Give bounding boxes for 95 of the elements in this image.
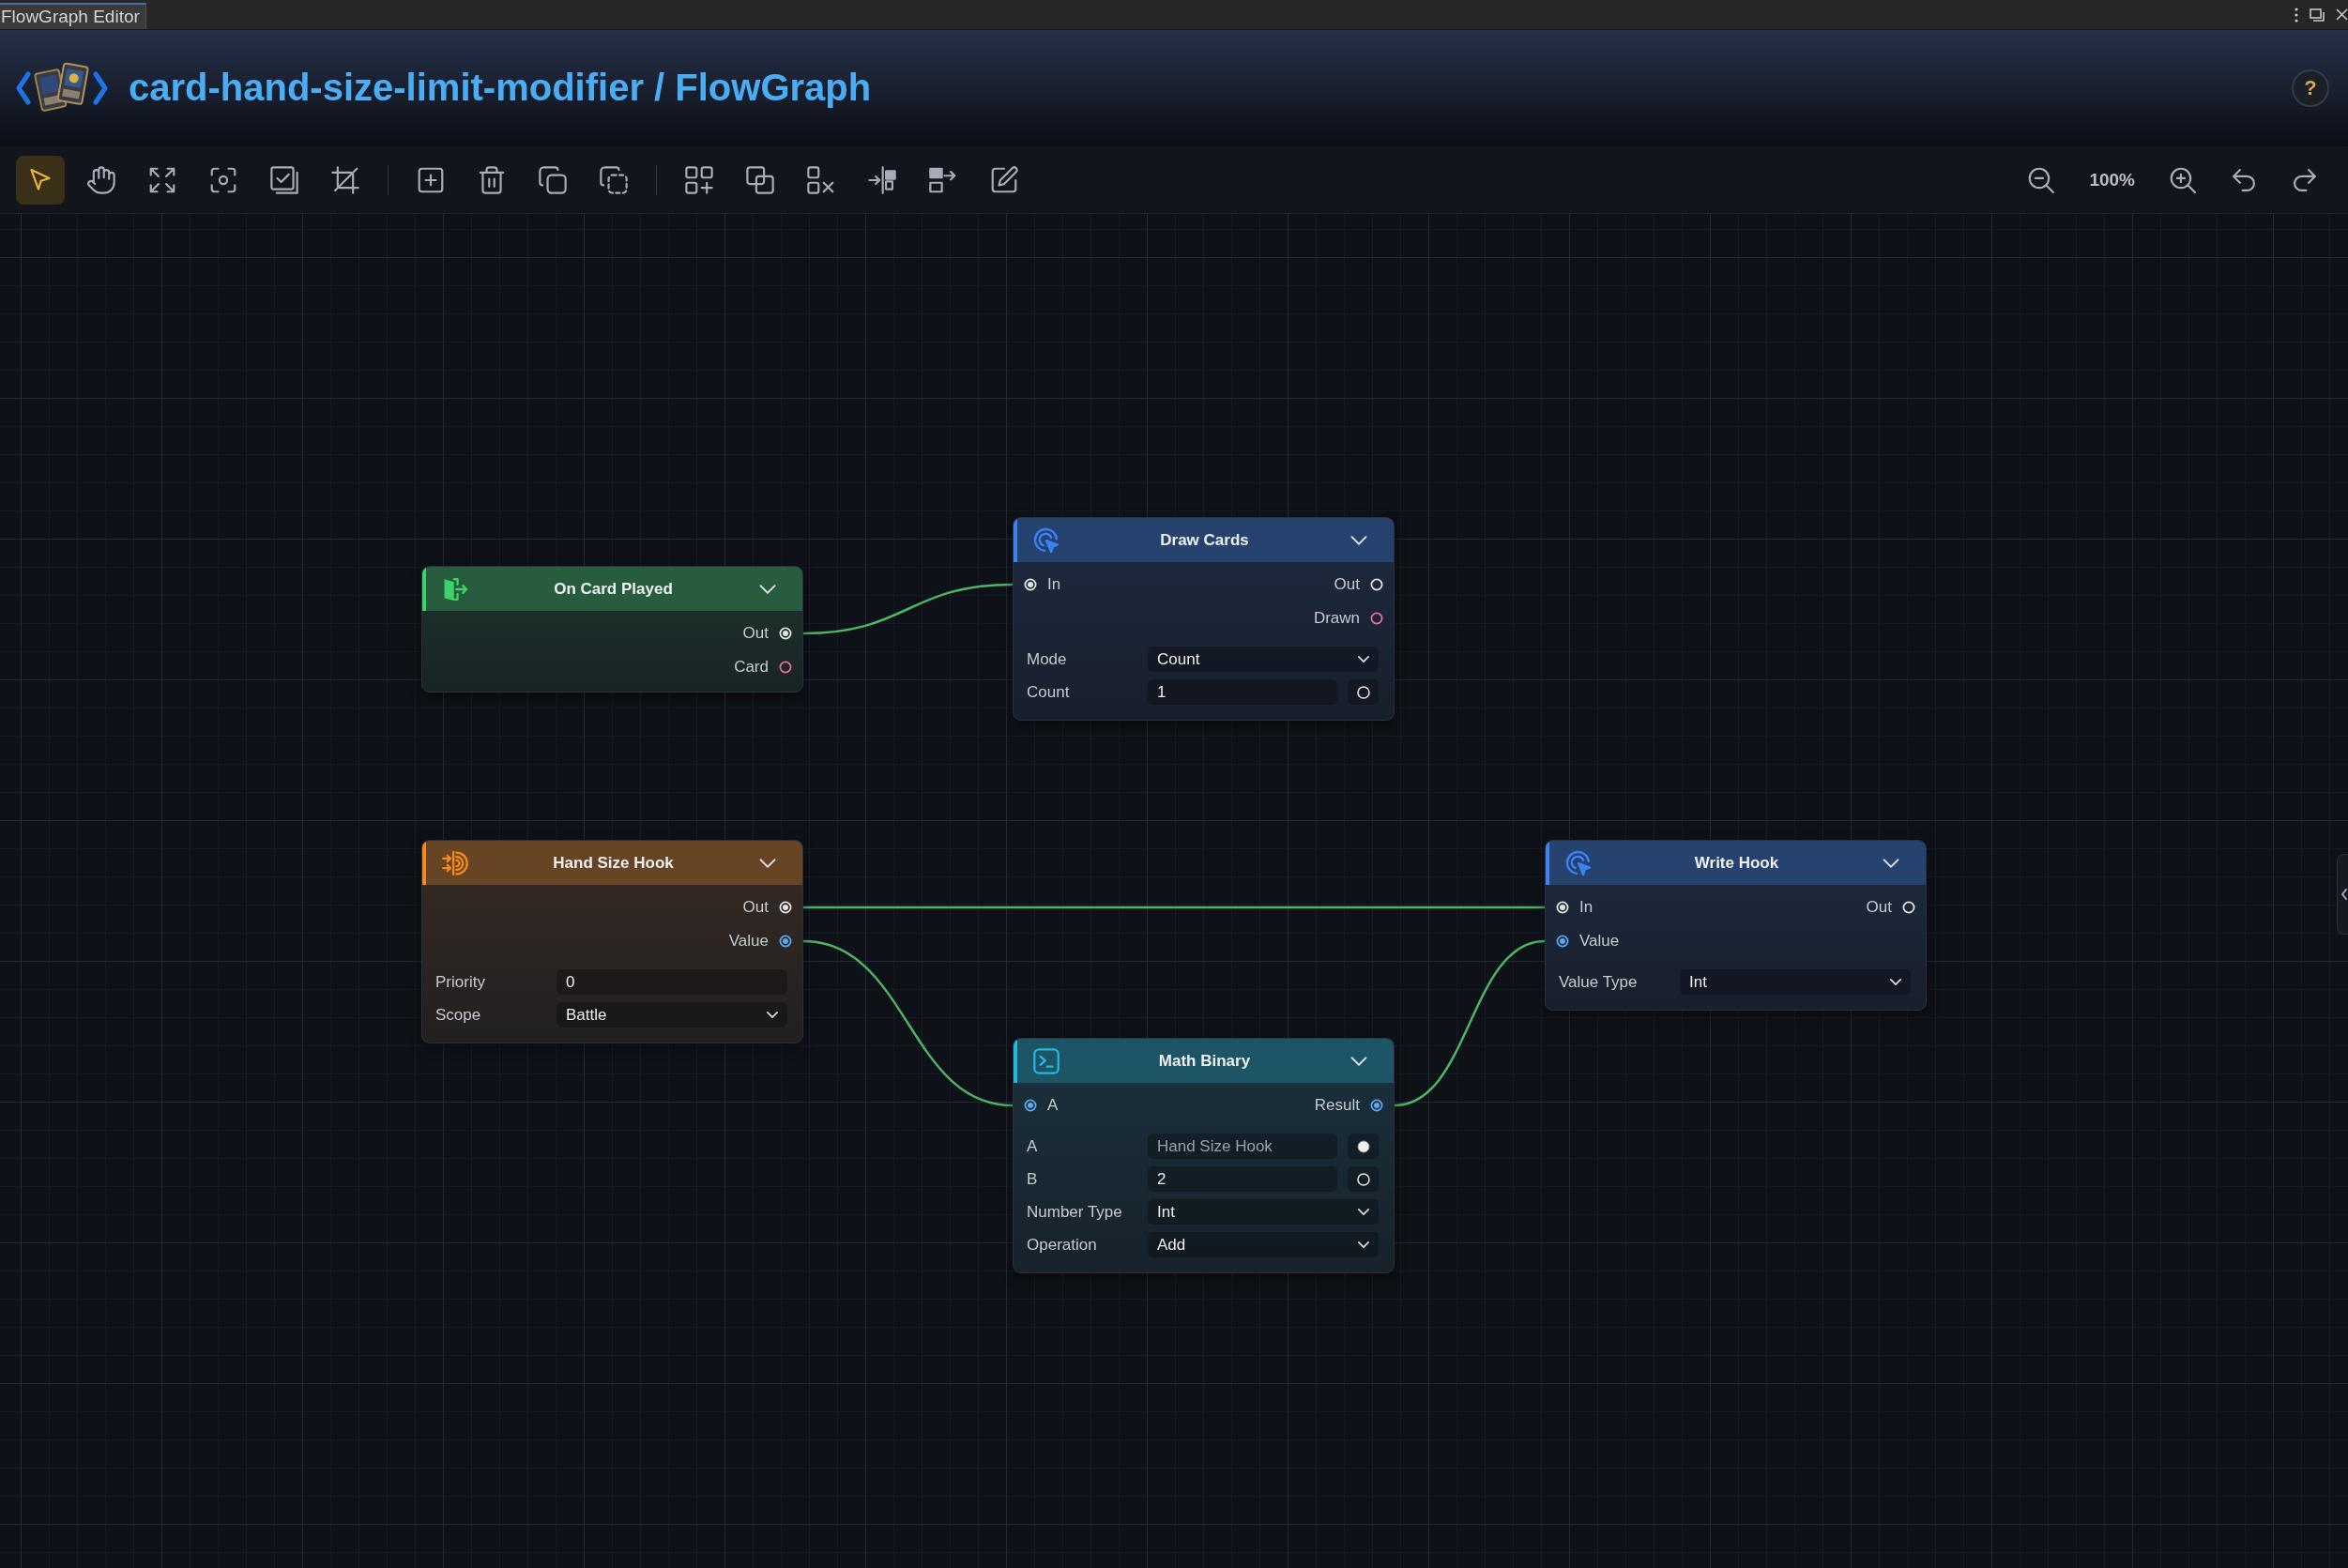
zoom-level: 100%	[2089, 169, 2135, 190]
port-label: Out	[742, 624, 769, 643]
port-label: Out	[1334, 575, 1360, 594]
node-title: Draw Cards	[1160, 530, 1249, 550]
trash-icon	[478, 165, 506, 194]
dropdown[interactable]: Battle	[557, 1002, 787, 1028]
edit-icon	[990, 165, 1018, 194]
node-card[interactable]: Hand Size Hook Out Value Priority 0 Scope Battle	[421, 840, 803, 1043]
node-title: Write Hook	[1694, 853, 1779, 873]
page-title: card-hand-size-limit-modifier / FlowGraph	[129, 67, 872, 109]
node-card[interactable]: Write Hook In Out Value Value Type Int	[1545, 840, 1927, 1011]
arrow-from-blocks-icon	[929, 165, 957, 194]
port-label: Value	[1579, 932, 1620, 951]
focus-frame-icon	[209, 165, 237, 194]
node-title: On Card Played	[554, 579, 673, 599]
port-label: In	[1579, 898, 1593, 917]
port-socket-icon[interactable]	[779, 935, 792, 948]
node-header[interactable]: Write Hook	[1546, 841, 1926, 885]
expand-icon	[148, 165, 176, 194]
socket-button[interactable]	[1348, 679, 1379, 705]
dropdown[interactable]: Int	[1148, 1199, 1379, 1225]
port-label: Result	[1314, 1096, 1360, 1115]
node-header[interactable]: On Card Played	[422, 567, 802, 611]
port-socket-icon[interactable]	[1024, 1099, 1037, 1112]
door-exit-icon	[442, 575, 468, 602]
close-icon[interactable]	[2336, 8, 2348, 21]
terminal-icon	[1033, 1047, 1060, 1074]
field-label: Scope	[435, 1005, 481, 1025]
socket-button[interactable]	[1348, 1134, 1379, 1159]
field-label: B	[1027, 1169, 1038, 1189]
target-cursor-icon	[1565, 849, 1592, 876]
node-title: Hand Size Hook	[553, 853, 674, 873]
field-label: Value Type	[1559, 972, 1638, 992]
zoom-out-icon	[2027, 165, 2056, 194]
field-label: A	[1027, 1136, 1038, 1156]
chevron-down-icon[interactable]	[1350, 535, 1367, 545]
port-socket-icon[interactable]	[1370, 612, 1383, 625]
node-card[interactable]: Draw Cards In Out Drawn Mode Count Count 1	[1013, 517, 1395, 721]
input-field[interactable]: 0	[557, 969, 787, 995]
input-field[interactable]: 2	[1148, 1166, 1337, 1192]
tool-button[interactable]	[16, 155, 65, 205]
field-label: Priority	[435, 972, 485, 992]
field-label: Count	[1027, 682, 1070, 702]
node-card[interactable]: Math Binary A Result A Hand Size Hook B 2 Number Type Int Operation Add	[1013, 1038, 1395, 1273]
socket-button[interactable]	[1348, 1166, 1379, 1192]
zoom-in-icon	[2169, 165, 2197, 194]
node-card[interactable]: On Card Played Out Card	[421, 566, 803, 693]
window-tab[interactable]: FlowGraph Editor	[0, 3, 146, 29]
arrows-arcs-icon	[442, 849, 468, 876]
grid-add-icon	[685, 165, 713, 194]
dropdown[interactable]: Count	[1148, 647, 1379, 672]
target-cursor-icon	[1033, 526, 1060, 554]
port-label: Value	[728, 932, 769, 951]
chevron-down-icon	[1358, 1241, 1369, 1248]
arrow-into-bars-icon	[868, 165, 896, 194]
chevron-down-icon[interactable]	[759, 858, 776, 868]
node-header[interactable]: Hand Size Hook	[422, 841, 802, 885]
chevron-down-icon[interactable]	[759, 584, 776, 594]
port-socket-icon[interactable]	[779, 661, 792, 674]
port-socket-icon[interactable]	[1370, 1099, 1383, 1112]
chevron-down-icon	[1890, 979, 1901, 985]
restore-window-icon[interactable]	[2310, 8, 2325, 22]
squares-x-icon	[807, 165, 835, 194]
input-field[interactable]: 1	[1148, 679, 1337, 705]
help-button[interactable]: ?	[2292, 69, 2329, 107]
field-label: Operation	[1027, 1235, 1097, 1255]
chevron-down-icon[interactable]	[1883, 858, 1899, 868]
chevron-down-icon	[1358, 656, 1369, 662]
port-label: A	[1047, 1096, 1059, 1115]
node-title: Math Binary	[1158, 1051, 1251, 1071]
field-label: Number Type	[1027, 1202, 1122, 1222]
port-label: Card	[734, 658, 769, 677]
checkbox-icon	[270, 165, 298, 194]
chevron-down-icon	[1358, 1209, 1369, 1215]
port-label: In	[1047, 575, 1061, 594]
chevron-down-icon[interactable]	[1350, 1056, 1367, 1066]
field-label: Mode	[1027, 649, 1067, 669]
dropdown[interactable]: Int	[1680, 969, 1911, 995]
node-header[interactable]: Draw Cards	[1014, 518, 1394, 562]
chevron-down-icon	[767, 1012, 778, 1018]
port-label: Out	[1866, 898, 1892, 917]
input-field[interactable]: Hand Size Hook	[1148, 1134, 1337, 1159]
overlapping-squares-icon	[746, 165, 774, 194]
node-header[interactable]: Math Binary	[1014, 1039, 1394, 1083]
port-label: Out	[742, 898, 769, 917]
dropdown[interactable]: Add	[1148, 1232, 1379, 1257]
more-vertical-icon[interactable]	[2295, 7, 2298, 23]
chevron-left-icon	[2341, 889, 2347, 900]
add-square-icon	[417, 165, 445, 194]
port-label: Drawn	[1313, 609, 1360, 628]
copy-icon	[539, 165, 567, 194]
port-socket-icon[interactable]	[1556, 935, 1569, 948]
crop-icon	[331, 165, 359, 194]
hand-icon	[87, 165, 115, 194]
dashed-copy-icon	[600, 165, 628, 194]
